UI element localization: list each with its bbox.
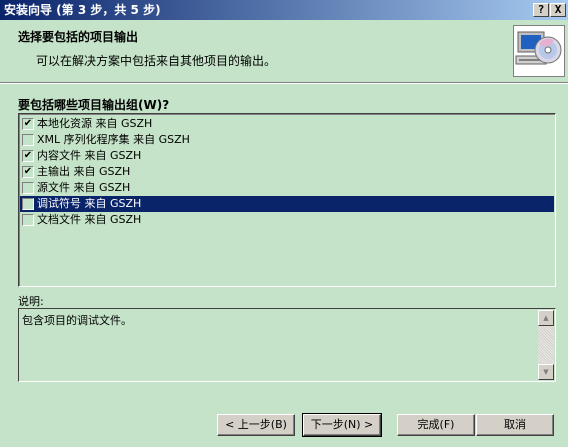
list-item-label: 主输出 来自 GSZH: [37, 165, 131, 178]
computer-cd-icon: [513, 25, 565, 77]
scroll-down-icon[interactable]: ▼: [538, 364, 554, 380]
page-title: 选择要包括的项目输出: [18, 30, 139, 44]
help-button[interactable]: ?: [533, 3, 549, 17]
list-item[interactable]: 调试符号 来自 GSZH: [20, 196, 554, 212]
list-item[interactable]: ✔ 内容文件 来自 GSZH: [20, 148, 554, 164]
list-item-label: 源文件 来自 GSZH: [37, 181, 131, 194]
list-item-label: 文档文件 来自 GSZH: [37, 213, 142, 226]
close-button[interactable]: X: [550, 3, 566, 17]
description-label: 说明:: [18, 295, 44, 308]
list-item[interactable]: 源文件 来自 GSZH: [20, 180, 554, 196]
checkbox[interactable]: [22, 134, 34, 146]
checkbox[interactable]: ✔: [22, 118, 34, 130]
list-item[interactable]: 文档文件 来自 GSZH: [20, 212, 554, 228]
finish-button[interactable]: 完成(F): [397, 414, 475, 436]
list-item-label: 内容文件 来自 GSZH: [37, 149, 142, 162]
back-button[interactable]: < 上一步(B): [217, 414, 295, 436]
description-text: 包含项目的调试文件。: [22, 314, 132, 327]
output-groups-label: 要包括哪些项目输出组(W)?: [18, 98, 170, 112]
list-item[interactable]: ✔ 主输出 来自 GSZH: [20, 164, 554, 180]
checkbox[interactable]: [22, 182, 34, 194]
checkbox[interactable]: [22, 198, 34, 210]
list-item-label: XML 序列化程序集 来自 GSZH: [37, 133, 190, 146]
window-title-bar: 安装向导 (第 3 步，共 5 步) ? X: [0, 0, 568, 20]
list-item[interactable]: XML 序列化程序集 来自 GSZH: [20, 132, 554, 148]
header-separator: [0, 83, 568, 84]
checkbox[interactable]: ✔: [22, 166, 34, 178]
wizard-header: 选择要包括的项目输出 可以在解决方案中包括来自其他项目的输出。: [0, 20, 568, 83]
cancel-button[interactable]: 取消: [476, 414, 554, 436]
output-groups-list[interactable]: ✔ 本地化资源 来自 GSZH XML 序列化程序集 来自 GSZH ✔ 内容文件 来自…: [18, 113, 556, 287]
list-item-label: 本地化资源 来自 GSZH: [37, 117, 153, 130]
window-title: 安装向导 (第 3 步，共 5 步): [4, 3, 161, 17]
next-button[interactable]: 下一步(N) >: [302, 413, 382, 437]
description-scrollbar[interactable]: ▲ ▼: [538, 310, 554, 380]
description-box: 包含项目的调试文件。 ▲ ▼: [18, 308, 556, 382]
checkbox[interactable]: ✔: [22, 150, 34, 162]
scroll-up-icon[interactable]: ▲: [538, 310, 554, 326]
list-item-label: 调试符号 来自 GSZH: [37, 197, 142, 210]
list-item[interactable]: ✔ 本地化资源 来自 GSZH: [20, 116, 554, 132]
output-groups-list-inner: ✔ 本地化资源 来自 GSZH XML 序列化程序集 来自 GSZH ✔ 内容文件 来自…: [19, 114, 555, 286]
page-description: 可以在解决方案中包括来自其他项目的输出。: [36, 54, 277, 68]
checkbox[interactable]: [22, 214, 34, 226]
